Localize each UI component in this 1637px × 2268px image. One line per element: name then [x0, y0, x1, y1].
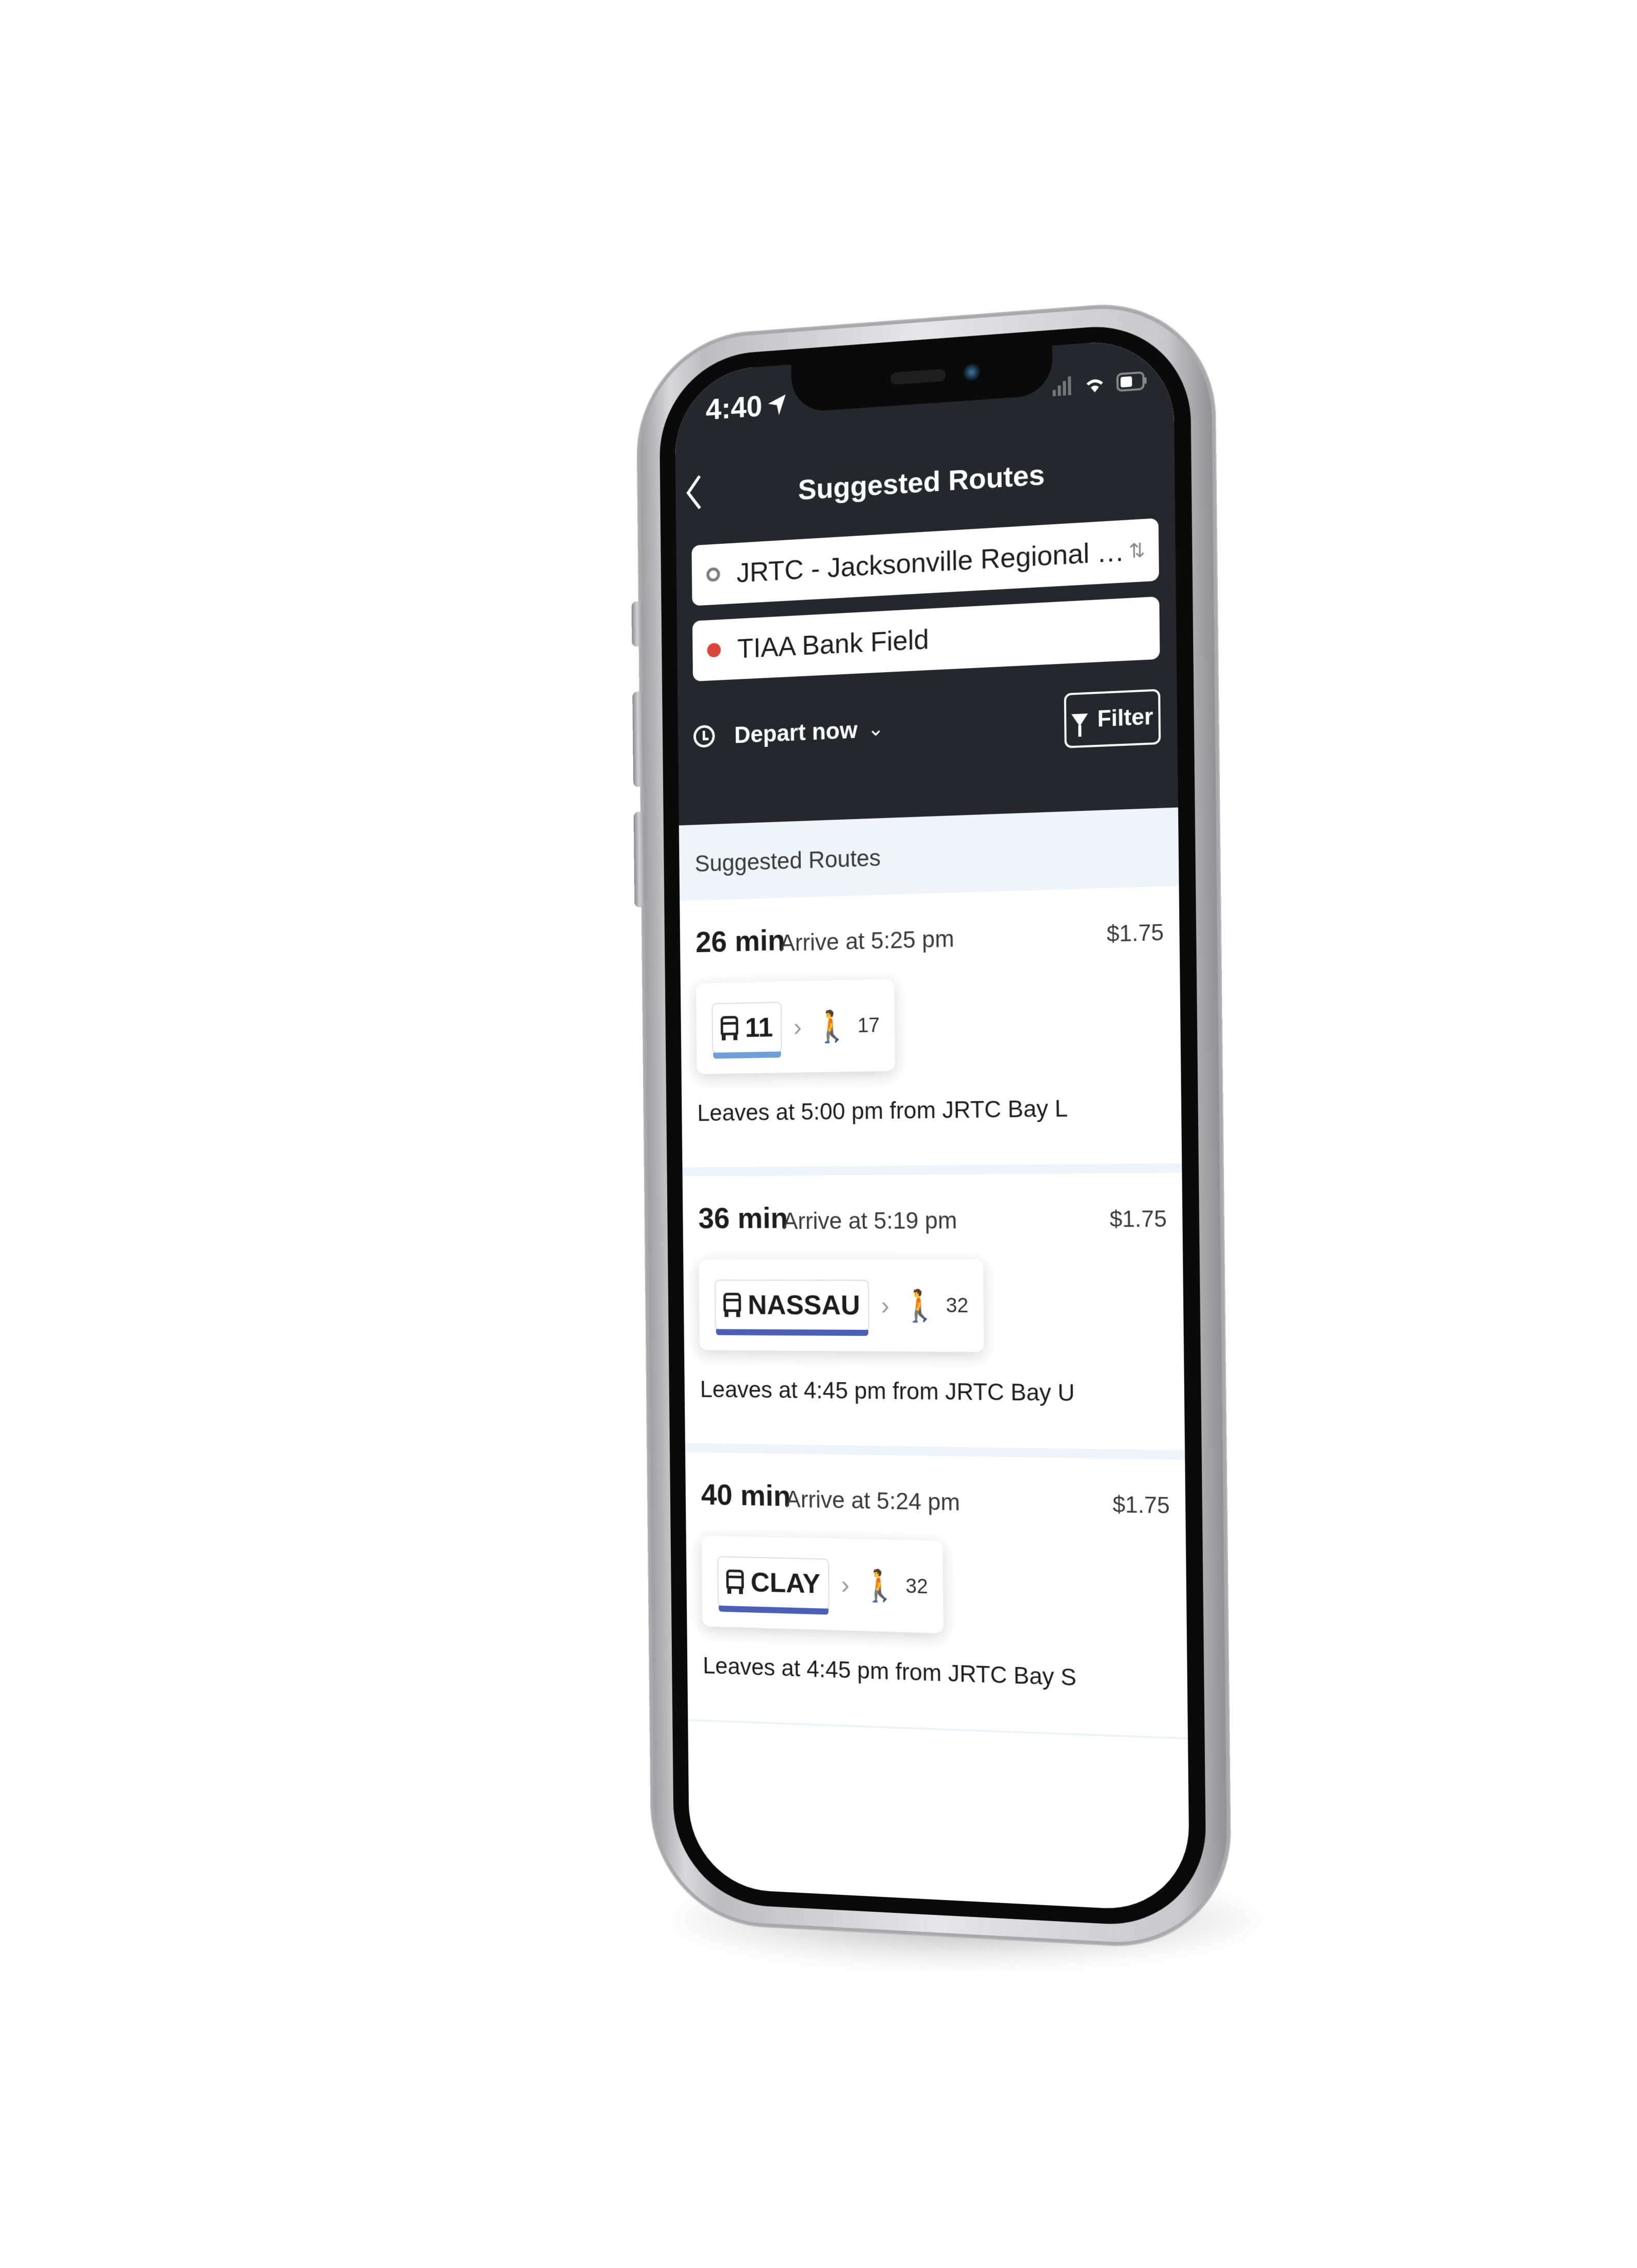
walk-icon: 🚶 — [901, 1288, 939, 1323]
page-title: Suggested Routes — [798, 458, 1045, 506]
route-option[interactable]: 40 min Arrive at 5:24 pm $1.75 CLAY › 🚶 … — [685, 1452, 1188, 1740]
route-option[interactable]: 36 min Arrive at 5:19 pm $1.75 NASSAU › … — [682, 1173, 1185, 1460]
location-arrow-icon — [768, 394, 786, 416]
route-color-bar — [719, 1605, 829, 1615]
walk-minutes: 32 — [946, 1294, 969, 1317]
swap-vertical-icon[interactable]: ⇅ — [1129, 539, 1146, 563]
clock-icon — [693, 725, 715, 748]
volume-up-button — [632, 691, 644, 787]
status-time-text: 4:40 — [705, 389, 763, 426]
wifi-icon — [1086, 378, 1103, 393]
bus-route-chip: 11 — [712, 1002, 782, 1059]
battery-icon — [1116, 371, 1148, 392]
bus-route-name: CLAY — [750, 1567, 821, 1599]
route-legs: NASSAU › 🚶 32 — [699, 1259, 984, 1353]
route-departure-info: Leaves at 4:45 pm from JRTC Bay U — [700, 1376, 1075, 1406]
volume-down-button — [633, 811, 646, 908]
route-arrival: Arrive at 5:19 pm — [782, 1207, 957, 1235]
chevron-right-icon: › — [793, 1012, 802, 1041]
route-color-bar — [713, 1051, 781, 1059]
chevron-right-icon: › — [841, 1570, 850, 1599]
walk-minutes: 32 — [905, 1574, 928, 1598]
status-icons — [1052, 371, 1148, 396]
phone-screen: 4:40 Suggested Routes JRTC - Jacksonvill… — [674, 337, 1190, 1913]
route-price: $1.75 — [1109, 1206, 1167, 1232]
bus-icon — [723, 1292, 741, 1318]
destination-field[interactable]: TIAA Bank Field — [692, 596, 1160, 681]
signal-icon — [1052, 376, 1071, 396]
route-legs: 11 › 🚶 17 — [696, 979, 896, 1074]
bus-icon — [726, 1569, 744, 1594]
route-departure-info: Leaves at 4:45 pm from JRTC Bay S — [702, 1652, 1077, 1691]
route-price: $1.75 — [1112, 1492, 1170, 1519]
trip-controls: Depart now ⌄ Filter — [693, 688, 1161, 764]
chevron-down-icon[interactable]: ⌄ — [867, 717, 884, 741]
bus-route-name: 11 — [745, 1012, 773, 1043]
depart-time-dropdown[interactable]: Depart now — [734, 716, 857, 749]
route-arrival: Arrive at 5:25 pm — [780, 925, 954, 956]
mute-switch — [631, 601, 643, 647]
phone-mockup: 4:40 Suggested Routes JRTC - Jacksonvill… — [631, 297, 1231, 1952]
bus-route-name: NASSAU — [748, 1290, 861, 1321]
route-duration: 40 min — [701, 1478, 791, 1513]
stage: 4:40 Suggested Routes JRTC - Jacksonvill… — [0, 0, 1637, 2268]
walk-icon: 🚶 — [861, 1567, 899, 1604]
front-camera — [963, 363, 982, 383]
speaker — [890, 369, 946, 385]
status-time: 4:40 — [705, 387, 787, 427]
bus-route-chip: CLAY — [717, 1556, 830, 1615]
filter-button[interactable]: Filter — [1064, 689, 1161, 748]
bus-icon — [720, 1015, 738, 1041]
origin-field[interactable]: JRTC - Jacksonville Regional Transp... ⇅ — [691, 518, 1160, 606]
route-departure-info: Leaves at 5:00 pm from JRTC Bay L — [697, 1094, 1068, 1126]
destination-marker-icon — [707, 642, 721, 658]
route-duration: 26 min — [695, 923, 786, 959]
walk-icon: 🚶 — [813, 1008, 851, 1044]
origin-marker-icon — [706, 567, 720, 582]
section-label: Suggested Routes — [695, 844, 881, 877]
route-color-bar — [716, 1329, 869, 1336]
app-header: 4:40 Suggested Routes JRTC - Jacksonvill… — [674, 337, 1179, 826]
walk-minutes: 17 — [857, 1013, 880, 1037]
route-duration: 36 min — [698, 1202, 788, 1235]
filter-icon — [1071, 713, 1088, 727]
bus-route-chip: NASSAU — [714, 1279, 870, 1336]
route-arrival: Arrive at 5:24 pm — [785, 1486, 961, 1516]
destination-text: TIAA Bank Field — [737, 624, 929, 664]
route-legs: CLAY › 🚶 32 — [701, 1536, 944, 1633]
route-option[interactable]: 26 min Arrive at 5:25 pm $1.75 11 › 🚶 17… — [680, 886, 1182, 1177]
origin-text: JRTC - Jacksonville Regional Transp... — [736, 535, 1129, 589]
route-price: $1.75 — [1106, 920, 1164, 947]
chevron-right-icon: › — [881, 1291, 890, 1320]
filter-label: Filter — [1097, 704, 1153, 732]
